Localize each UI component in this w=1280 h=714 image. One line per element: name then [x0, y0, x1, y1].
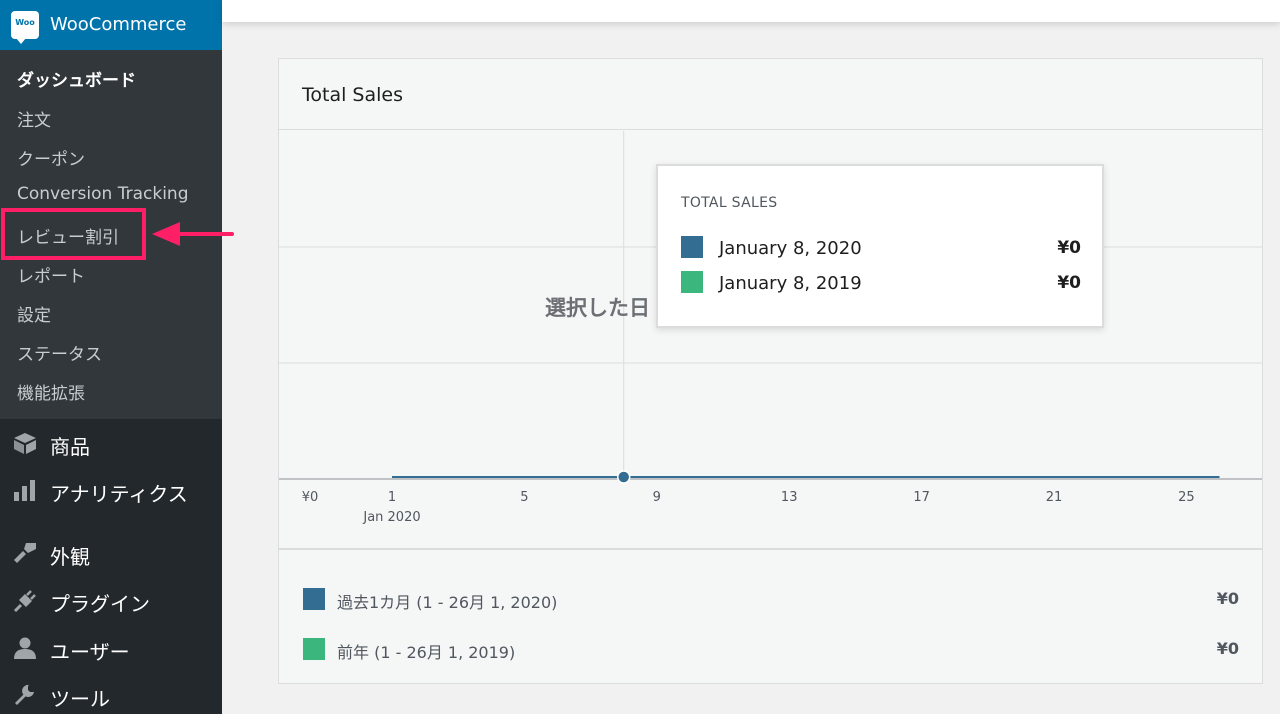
submenu-item-status[interactable]: ステータス: [17, 340, 102, 365]
woo-bubble-icon: Woo: [11, 11, 39, 44]
chart-x-tick-label: 21: [1046, 490, 1063, 505]
menu-item-analytics-label: アナリティクス: [50, 482, 188, 506]
chart-x-tick-label: 1: [388, 490, 396, 505]
top-header-bar: [222, 0, 1280, 22]
annotation-arrow-icon: [152, 222, 234, 246]
legend-label: 過去1カ月 (1 - 26月 1, 2020): [337, 593, 558, 612]
bar-chart-icon: [14, 480, 35, 501]
menu-item-appearance[interactable]: 外観: [0, 533, 222, 573]
tooltip-row-value: ¥0: [1057, 238, 1081, 258]
chart-hover-point[interactable]: [616, 470, 631, 484]
menu-item-products-label: 商品: [50, 435, 90, 459]
tooltip-row-label: January 8, 2019: [719, 273, 862, 294]
legend-swatch: [303, 638, 325, 660]
menu-item-tools[interactable]: ツール: [0, 675, 222, 714]
chart-x-tick-label: 9: [653, 490, 661, 505]
archive-icon: [14, 433, 36, 454]
wrench-icon: [15, 684, 34, 705]
menu-item-analytics[interactable]: アナリティクス: [0, 470, 222, 510]
menu-item-woocommerce[interactable]: Woo WooCommerce: [0, 0, 230, 50]
submenu-item-extensions[interactable]: 機能拡張: [17, 379, 85, 404]
chart-legend: 過去1カ月 (1 - 26月 1, 2020) ¥0 前年 (1 - 26月 1…: [279, 548, 1262, 684]
paint-brush-icon: [14, 543, 36, 563]
plugin-icon: [13, 590, 36, 612]
tooltip-row: January 8, 2019 ¥0: [681, 271, 1081, 294]
submenu-item-dashboard[interactable]: ダッシュボード: [17, 66, 136, 91]
user-icon: [14, 637, 36, 659]
legend-label: 前年 (1 - 26月 1, 2019): [337, 643, 516, 662]
tooltip-row-label: January 8, 2020: [719, 238, 862, 259]
chart-tick-labels: 1 5 9 13 17 21 25 Jan 2020 ¥0: [302, 490, 1195, 525]
chart-x-tick-label: 13: [781, 490, 798, 505]
menu-item-tools-label: ツール: [50, 687, 110, 711]
submenu-item-coupons[interactable]: クーポン: [17, 145, 85, 170]
legend-value: ¥0: [1216, 639, 1239, 658]
menu-item-appearance-label: 外観: [50, 545, 90, 569]
chart-tooltip: TOTAL SALES January 8, 2020 ¥0 January 8…: [656, 164, 1104, 328]
chart-overlay-text: 選択した日: [545, 296, 650, 320]
submenu-item-orders[interactable]: 注文: [17, 106, 51, 131]
menu-item-products[interactable]: 商品: [0, 423, 222, 463]
legend-item-current-period[interactable]: 過去1カ月 (1 - 26月 1, 2020) ¥0: [303, 588, 1239, 612]
card-header: Total Sales: [279, 59, 1262, 130]
menu-item-woocommerce-label: WooCommerce: [50, 14, 187, 35]
chart-y-tick-label: ¥0: [302, 490, 319, 505]
tooltip-row-value: ¥0: [1057, 273, 1081, 293]
tooltip-swatch: [681, 271, 703, 293]
chart-x-subtitle: Jan 2020: [362, 510, 420, 525]
chart-x-tick-label: 17: [913, 490, 930, 505]
chart-x-tick-label: 25: [1178, 490, 1195, 505]
tooltip-row: January 8, 2020 ¥0: [681, 236, 1081, 259]
legend-swatch: [303, 588, 325, 610]
submenu-item-settings[interactable]: 設定: [17, 301, 51, 326]
menu-item-plugins-label: プラグイン: [50, 592, 150, 616]
menu-item-users[interactable]: ユーザー: [0, 628, 222, 668]
legend-value: ¥0: [1216, 589, 1239, 608]
submenu-item-reports[interactable]: レポート: [17, 262, 85, 287]
tooltip-title: TOTAL SALES: [681, 195, 778, 211]
total-sales-card: Total Sales 選択した日 1 5 9 13 17 21 25 Jan 2020 ¥0 …: [278, 58, 1263, 684]
tooltip-swatch: [681, 236, 703, 258]
card-title: Total Sales: [302, 84, 403, 106]
menu-item-users-label: ユーザー: [50, 640, 130, 664]
chart-x-tick-label: 5: [520, 490, 528, 505]
menu-item-plugins[interactable]: プラグイン: [0, 580, 222, 620]
legend-item-previous-year[interactable]: 前年 (1 - 26月 1, 2019) ¥0: [303, 638, 1239, 662]
annotation-highlight-box: [1, 208, 146, 260]
submenu-item-conversion-tracking[interactable]: Conversion Tracking: [17, 184, 189, 204]
chart-series-group: [392, 470, 1220, 484]
admin-sidebar: Woo WooCommerce ダッシュボード 注文 クーポン Conversi…: [0, 0, 230, 714]
